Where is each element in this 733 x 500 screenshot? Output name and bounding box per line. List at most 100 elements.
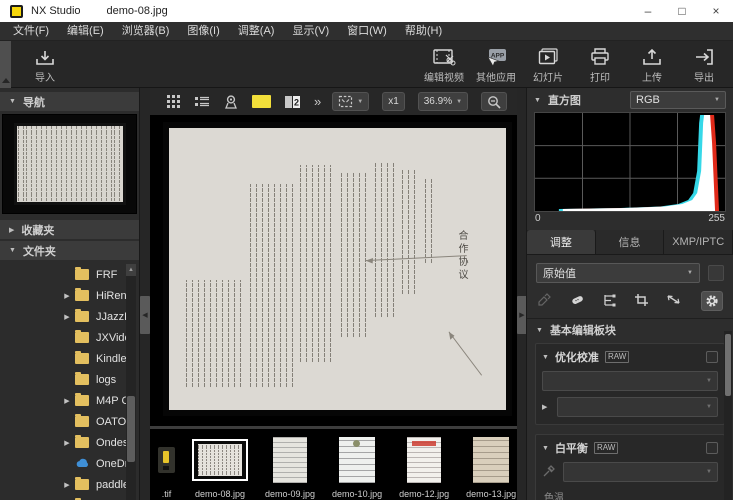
picture-control-dropdown[interactable]: ▼ <box>542 371 718 391</box>
toolbar-collapse-handle[interactable] <box>0 41 11 88</box>
histogram-min: 0 <box>535 213 541 227</box>
folder-item-paddle[interactable]: ▶paddle <box>0 474 139 495</box>
slideshow-button[interactable]: 幻灯片 <box>525 45 571 84</box>
zoom-1to1-button[interactable]: x1 <box>382 92 405 111</box>
more-tools-chevron[interactable]: » <box>314 94 319 109</box>
picture-control-checkbox[interactable] <box>706 351 718 363</box>
print-button[interactable]: 打印 <box>577 45 623 84</box>
compare-view-icon[interactable]: 2 <box>284 95 301 109</box>
section-folders[interactable]: ▼ 文件夹 <box>0 241 139 260</box>
picture-control-card: ▼ 优化校准 RAW ▼ ▶ ▼ <box>535 343 725 425</box>
gray-point-eyedropper-icon[interactable] <box>542 464 557 481</box>
crop-icon[interactable] <box>634 293 649 310</box>
folder-item-ondes[interactable]: ▶Ondes <box>0 432 139 453</box>
navigation-thumbnail <box>14 123 126 205</box>
straighten-icon[interactable] <box>666 293 682 309</box>
filmstrip-item-demo08-selected[interactable]: demo-08.jpg <box>192 434 248 499</box>
settings-gear-button[interactable] <box>701 291 723 311</box>
menu-help[interactable]: 帮助(H) <box>396 22 451 41</box>
preset-row: 原始值 ▼ <box>527 255 733 287</box>
white-balance-dropdown[interactable]: ▼ <box>563 462 718 482</box>
zoom-out-button[interactable] <box>481 92 507 111</box>
section-navigation[interactable]: ▼ 导航 <box>0 92 139 111</box>
zoom-level-dropdown[interactable]: 36.9% ▼ <box>418 92 468 111</box>
maximize-button[interactable]: □ <box>665 0 699 22</box>
caret-down-icon: ▼ <box>456 99 462 105</box>
chevron-right-icon[interactable]: ▶ <box>542 403 551 411</box>
fit-view-dropdown[interactable]: ▼ <box>332 92 369 111</box>
folder-item-kindle[interactable]: Kindle <box>0 348 139 369</box>
folder-item-passw[interactable]: Passwo <box>0 495 139 500</box>
menu-window[interactable]: 窗口(W) <box>338 22 396 41</box>
scrollbar-thumb[interactable] <box>725 334 731 396</box>
save-adjustments-button[interactable] <box>708 265 724 281</box>
folder-item-hirend[interactable]: ▶HiRend <box>0 285 139 306</box>
export-button[interactable]: 导出 <box>681 45 727 84</box>
filmstrip-item-tif[interactable]: .tif <box>158 434 175 499</box>
retouch-brush-icon[interactable] <box>569 293 585 310</box>
minimize-button[interactable]: – <box>631 0 665 22</box>
expand-icon[interactable]: ▶ <box>62 439 72 447</box>
map-view-icon[interactable] <box>223 94 239 110</box>
tab-info[interactable]: 信息 <box>596 230 665 254</box>
scrollbar-thumb[interactable] <box>127 396 135 462</box>
expand-icon[interactable]: ▶ <box>62 481 72 489</box>
filmstrip-item-demo13[interactable]: demo-13.jpg <box>466 434 516 499</box>
folder-item-m4p[interactable]: ▶M4P C <box>0 390 139 411</box>
edit-video-button[interactable]: 编辑视频 <box>421 45 467 84</box>
filmstrip-item-demo10[interactable]: demo-10.jpg <box>332 434 382 499</box>
folder-item-jjazzla[interactable]: ▶JJazzLa <box>0 306 139 327</box>
white-balance-checkbox[interactable] <box>706 442 718 454</box>
other-apps-button[interactable]: APP 其他应用 <box>473 45 519 84</box>
menu-browser[interactable]: 浏览器(B) <box>113 22 179 41</box>
image-canvas[interactable]: 合作协议 <box>150 115 517 426</box>
scroll-up-icon[interactable]: ▲ <box>126 264 136 276</box>
menu-image[interactable]: 图像(I) <box>178 22 228 41</box>
collapse-left-handle[interactable]: ◀ <box>140 296 150 334</box>
image-view-icon[interactable] <box>252 95 271 108</box>
folder-scrollbar[interactable]: ▲ <box>126 264 136 500</box>
folder-item-logs[interactable]: logs <box>0 369 139 390</box>
viewer-area: 2 » ▼ x1 36.9% ▼ <box>150 88 517 500</box>
filmstrip-item-demo12[interactable]: demo-12.jpg <box>399 434 449 499</box>
photo-document[interactable]: 合作协议 <box>169 128 506 410</box>
right-panel-splitter[interactable]: ▶ <box>517 88 526 500</box>
folder-item-frf[interactable]: FRF <box>0 264 139 285</box>
panel-scrollbar[interactable] <box>724 331 732 500</box>
color-points-icon[interactable] <box>602 293 617 310</box>
upload-button[interactable]: 上传 <box>629 45 675 84</box>
expand-icon[interactable]: ▶ <box>62 397 72 405</box>
close-button[interactable]: × <box>699 0 733 22</box>
left-panel-splitter[interactable]: ◀ <box>140 88 150 500</box>
tab-xmp-iptc[interactable]: XMP/IPTC <box>664 230 733 254</box>
chevron-down-icon[interactable]: ▼ <box>542 445 549 452</box>
folder-item-jxvide[interactable]: JXVide <box>0 327 139 348</box>
app-logo-icon <box>10 5 23 18</box>
basic-edit-block-header[interactable]: ▼ 基本编辑板块 <box>527 319 733 341</box>
tab-adjust[interactable]: 调整 <box>527 230 596 254</box>
expand-icon[interactable]: ▶ <box>62 292 72 300</box>
expand-icon[interactable]: ▶ <box>62 313 72 321</box>
main-toolbar: 导入 编辑视频 APP 其他应用 幻灯片 <box>0 41 733 88</box>
chevron-down-icon[interactable]: ▼ <box>542 354 549 361</box>
filmstrip-item-demo09[interactable]: demo-09.jpg <box>265 434 315 499</box>
menu-edit[interactable]: 编辑(E) <box>58 22 113 41</box>
chevron-down-icon[interactable]: ▼ <box>534 97 541 104</box>
collapse-triangle-icon <box>2 78 10 83</box>
channel-select[interactable]: RGB ▼ <box>630 91 726 109</box>
folder-item-oatos[interactable]: OATOS <box>0 411 139 432</box>
menu-view[interactable]: 显示(V) <box>283 22 338 41</box>
section-favorites[interactable]: ▶ 收藏夹 <box>0 220 139 239</box>
view-toolbar: 2 » ▼ x1 36.9% ▼ <box>150 88 517 115</box>
list-view-icon[interactable] <box>194 95 210 108</box>
folder-icon <box>75 374 89 385</box>
navigation-preview[interactable] <box>2 114 137 214</box>
picture-control-sub-dropdown[interactable]: ▼ <box>557 397 718 417</box>
copy-adjustments-icon[interactable] <box>537 293 552 310</box>
import-button[interactable]: 导入 <box>22 45 68 84</box>
menu-adjust[interactable]: 调整(A) <box>229 22 284 41</box>
preset-dropdown[interactable]: 原始值 ▼ <box>536 263 700 283</box>
menu-file[interactable]: 文件(F) <box>4 22 58 41</box>
grid-view-icon[interactable] <box>166 94 181 109</box>
folder-item-onedrive[interactable]: OneDr <box>0 453 139 474</box>
